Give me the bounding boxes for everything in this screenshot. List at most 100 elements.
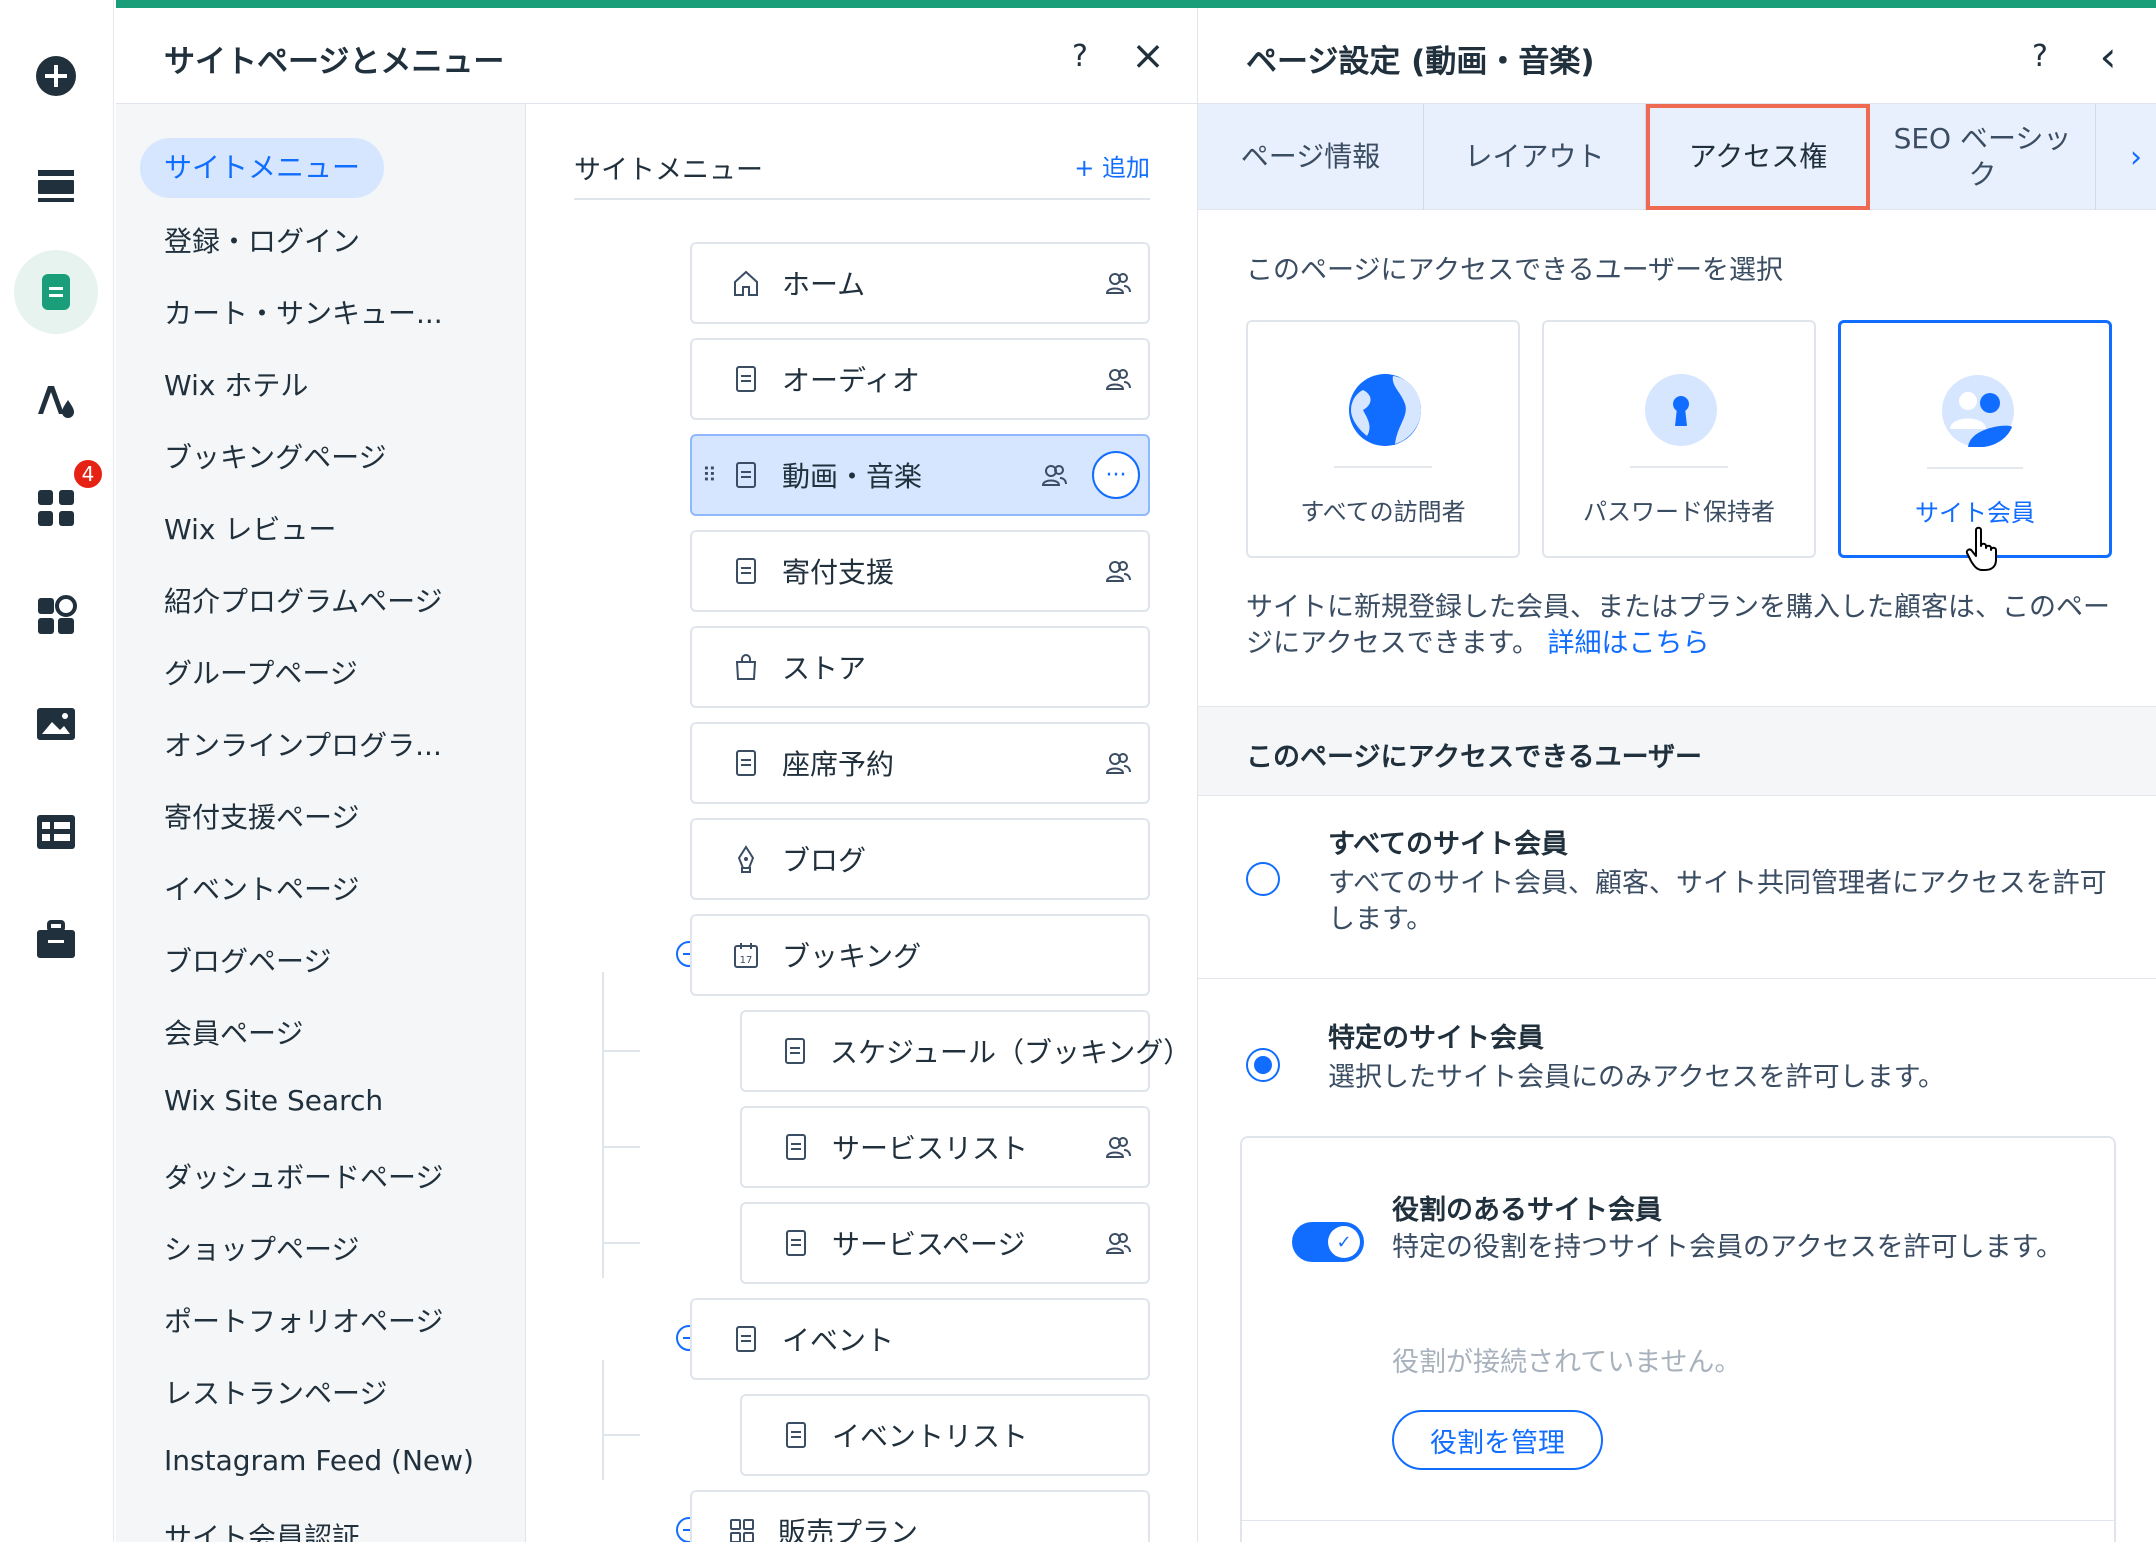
tab-layout[interactable]: レイアウト: [1424, 104, 1646, 210]
page-icon: [780, 1227, 812, 1259]
menu-page-video-music[interactable]: ⠿ 動画・音楽 ···: [690, 434, 1150, 516]
access-option-everyone[interactable]: すべての訪問者: [1246, 320, 1520, 558]
manage-roles-button[interactable]: 役割を管理: [1392, 1410, 1603, 1470]
tab-page-info[interactable]: ページ情報: [1198, 104, 1424, 210]
menu-page-booking[interactable]: 17 ブッキング: [690, 914, 1150, 996]
apps-grid-icon: [38, 490, 74, 526]
menu-page-pricing-plans[interactable]: 販売プラン: [690, 1490, 1150, 1542]
keyhole-icon: [1645, 374, 1717, 446]
page-icon: [780, 1131, 812, 1163]
page-label: ストア: [782, 652, 867, 685]
category-item[interactable]: ブッキングページ: [164, 436, 387, 476]
menu-page-service-list[interactable]: サービスリスト: [740, 1106, 1150, 1188]
divider: [1927, 467, 2023, 469]
help-icon[interactable]: ?: [1062, 38, 1098, 74]
tab-seo-basics[interactable]: SEO ベーシック: [1870, 104, 2096, 210]
puzzle-icon: [38, 595, 77, 634]
page-label: ブッキング: [782, 940, 922, 973]
design-icon: [38, 386, 74, 418]
globe-icon: [1349, 374, 1421, 446]
back-icon[interactable]: ‹: [2090, 32, 2126, 81]
panel-header: サイトページとメニュー ? ×: [116, 8, 1197, 104]
access-option-members[interactable]: サイト会員: [1838, 320, 2112, 558]
page-label: サービスページ: [832, 1228, 1026, 1261]
category-item[interactable]: サイト会員認証: [164, 1516, 360, 1542]
business-apps-button[interactable]: [14, 574, 98, 658]
category-item[interactable]: ショップページ: [164, 1228, 359, 1268]
tree-connector: [602, 1434, 640, 1436]
add-elements-button[interactable]: [14, 34, 98, 118]
apps-notification-badge: 4: [72, 458, 104, 490]
category-item[interactable]: イベントページ: [164, 868, 359, 908]
hand-pointer-icon: [1965, 526, 1997, 571]
category-item[interactable]: 紹介プログラムページ: [164, 580, 443, 620]
page-icon: [730, 555, 762, 587]
who-can-access-header: このページにアクセスできるユーザー: [1198, 706, 2156, 796]
menu-page-donation[interactable]: 寄付支援: [690, 530, 1150, 612]
tabs-next-icon[interactable]: ›: [2130, 140, 2142, 175]
portfolio-button[interactable]: [14, 898, 98, 982]
category-item[interactable]: Wix レビュー: [164, 508, 336, 548]
category-item[interactable]: レストランページ: [164, 1372, 387, 1412]
menu-page-service-page[interactable]: サービスページ: [740, 1202, 1150, 1284]
menu-page-event-list[interactable]: イベントリスト: [740, 1394, 1150, 1476]
divider: [1198, 978, 2156, 979]
category-site-menu[interactable]: サイトメニュー: [140, 138, 385, 198]
page-icon: [780, 1035, 810, 1067]
all-members-radio[interactable]: [1246, 862, 1280, 896]
category-item[interactable]: ポートフォリオページ: [164, 1300, 443, 1340]
specific-members-radio[interactable]: [1246, 1048, 1280, 1082]
category-item[interactable]: Wix Site Search: [164, 1084, 383, 1117]
access-option-label: パスワード保持者: [1583, 498, 1775, 526]
page-label: スケジュール（ブッキング）: [830, 1036, 1192, 1069]
site-menu-heading: サイトメニュー: [574, 155, 763, 186]
members-icon: [1942, 375, 2014, 447]
menu-page-home[interactable]: ホーム: [690, 242, 1150, 324]
cms-button[interactable]: [14, 790, 98, 874]
menu-page-audio[interactable]: オーディオ: [690, 338, 1150, 420]
tree-connector: [602, 1146, 640, 1148]
category-item[interactable]: 会員ページ: [164, 1012, 303, 1052]
category-item[interactable]: 登録・ログイン: [164, 220, 360, 260]
page-label: ホーム: [782, 268, 866, 301]
close-icon[interactable]: ×: [1130, 33, 1166, 79]
tree-connector: [602, 1360, 604, 1480]
page-icon: [780, 1419, 812, 1451]
menu-page-store[interactable]: ストア: [690, 626, 1150, 708]
pages-icon: [42, 274, 70, 310]
menu-page-seat-reservation[interactable]: 座席予約: [690, 722, 1150, 804]
page-category-list: サイトメニュー 登録・ログイン カート・サンキュー... Wix ホテル ブッキ…: [116, 104, 526, 1542]
category-item[interactable]: カート・サンキュー...: [164, 292, 443, 332]
page-label: ブログ: [782, 844, 867, 877]
page-label: 動画・音楽: [782, 460, 923, 493]
page-label: イベント: [782, 1324, 895, 1357]
page-icon: [730, 747, 762, 779]
category-item[interactable]: Instagram Feed (New): [164, 1444, 474, 1477]
members-permission-icon: [1105, 273, 1131, 294]
drag-handle-icon[interactable]: ⠿: [702, 463, 717, 487]
roles-toggle[interactable]: ✓: [1292, 1222, 1364, 1262]
add-page-button[interactable]: + 追加: [1074, 148, 1150, 183]
help-icon[interactable]: ?: [2022, 38, 2058, 74]
category-item[interactable]: ダッシュボードページ: [164, 1156, 443, 1196]
more-actions-button[interactable]: ···: [1092, 451, 1140, 499]
page-label: イベントリスト: [832, 1420, 1029, 1453]
page-icon: [730, 363, 762, 395]
menu-page-blog[interactable]: ブログ: [690, 818, 1150, 900]
menu-page-event[interactable]: イベント: [690, 1298, 1150, 1380]
category-item[interactable]: グループページ: [164, 652, 358, 692]
members-permission-icon: [1105, 753, 1131, 774]
category-item[interactable]: オンラインプログラ...: [164, 724, 442, 764]
access-option-password[interactable]: パスワード保持者: [1542, 320, 1816, 558]
table-icon: [37, 815, 75, 849]
menu-page-schedule[interactable]: スケジュール（ブッキング）: [740, 1010, 1191, 1092]
sections-button[interactable]: [14, 142, 98, 226]
design-button[interactable]: [14, 358, 98, 442]
category-item[interactable]: Wix ホテル: [164, 364, 308, 404]
media-button[interactable]: [14, 682, 98, 766]
tab-permissions[interactable]: アクセス権: [1646, 104, 1870, 210]
learn-more-link[interactable]: 詳細はこちら: [1548, 628, 1710, 659]
category-item[interactable]: 寄付支援ページ: [164, 796, 359, 836]
category-item[interactable]: ブログページ: [164, 940, 331, 980]
pages-button[interactable]: [14, 250, 98, 334]
